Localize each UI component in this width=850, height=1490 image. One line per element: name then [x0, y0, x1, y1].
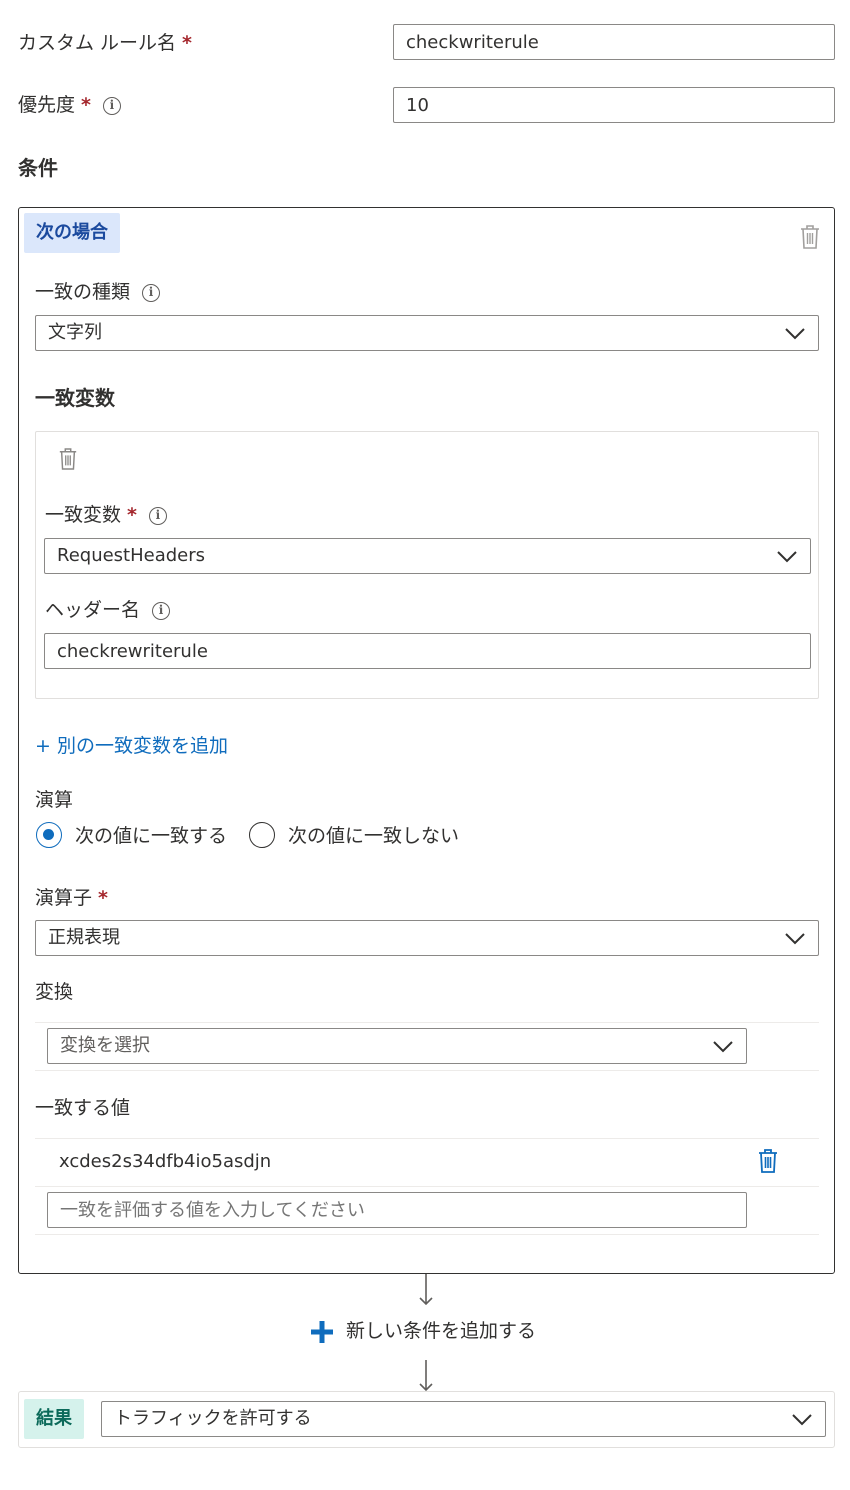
operation-label: 演算 — [35, 789, 74, 811]
conditions-title: 条件 — [18, 156, 58, 180]
result-value: トラフィックを許可する — [114, 1408, 312, 1429]
chevron-down-icon — [777, 551, 797, 563]
match-variables-title: 一致変数 — [35, 386, 115, 410]
radio-match[interactable] — [36, 822, 62, 848]
info-icon[interactable]: i — [152, 601, 171, 620]
if-badge: 次の場合 — [24, 213, 120, 253]
match-variable-card: 一致変数 * i RequestHeaders ヘッダー名 i — [35, 431, 819, 699]
divider — [35, 1022, 819, 1023]
plus-icon — [311, 1321, 333, 1343]
transform-label: 変換 — [35, 981, 74, 1003]
rule-name-input[interactable] — [393, 24, 835, 60]
priority-label: 優先度 * i — [18, 93, 121, 117]
priority-input[interactable] — [393, 87, 835, 123]
divider — [35, 1070, 819, 1071]
match-variable-value: RequestHeaders — [57, 545, 206, 566]
result-select[interactable]: トラフィックを許可する — [101, 1401, 826, 1437]
transform-placeholder: 変換を選択 — [60, 1035, 150, 1056]
chevron-down-icon — [785, 933, 805, 945]
match-value-input[interactable] — [47, 1192, 747, 1228]
result-badge: 結果 — [24, 1399, 84, 1439]
match-type-label: 一致の種類 i — [35, 280, 161, 304]
divider — [35, 1138, 819, 1139]
operator-label: 演算子 * — [35, 887, 108, 909]
header-name-input[interactable] — [44, 633, 811, 669]
trash-icon[interactable] — [757, 1148, 779, 1174]
add-match-variable-link[interactable]: + 別の一致変数を追加 — [35, 731, 228, 758]
radio-not-match-label[interactable]: 次の値に一致しない — [288, 824, 459, 848]
match-type-value: 文字列 — [48, 322, 102, 343]
match-type-select[interactable]: 文字列 — [35, 315, 819, 351]
radio-match-label[interactable]: 次の値に一致する — [75, 824, 227, 848]
chevron-down-icon — [792, 1414, 812, 1426]
add-condition-label: 新しい条件を追加する — [346, 1320, 537, 1342]
radio-not-match[interactable] — [249, 822, 275, 848]
match-value-item: xcdes2s34dfb4io5asdjn — [59, 1151, 272, 1172]
match-values-label: 一致する値 — [35, 1097, 131, 1119]
divider — [35, 1234, 819, 1235]
operator-value: 正規表現 — [48, 927, 120, 948]
header-name-label: ヘッダー名 i — [45, 598, 171, 622]
transform-select[interactable]: 変換を選択 — [47, 1028, 747, 1064]
condition-card: 次の場合 一致の種類 i 文字列 一致変数 一致変数 * i RequestHeade… — [18, 207, 835, 1274]
trash-icon[interactable] — [799, 224, 821, 250]
trash-icon[interactable] — [58, 447, 78, 471]
match-variable-select[interactable]: RequestHeaders — [44, 538, 811, 574]
match-variable-label: 一致変数 * i — [45, 503, 167, 527]
arrow-down-icon — [419, 1274, 433, 1306]
info-icon[interactable]: i — [142, 283, 161, 302]
info-icon[interactable]: i — [148, 506, 167, 525]
info-icon[interactable]: i — [102, 96, 121, 115]
operator-select[interactable]: 正規表現 — [35, 920, 819, 956]
divider — [35, 1186, 819, 1187]
result-card: 結果 トラフィックを許可する — [18, 1391, 835, 1448]
chevron-down-icon — [785, 328, 805, 340]
chevron-down-icon — [713, 1041, 733, 1053]
rule-name-label: カスタム ルール名 * — [18, 32, 192, 54]
